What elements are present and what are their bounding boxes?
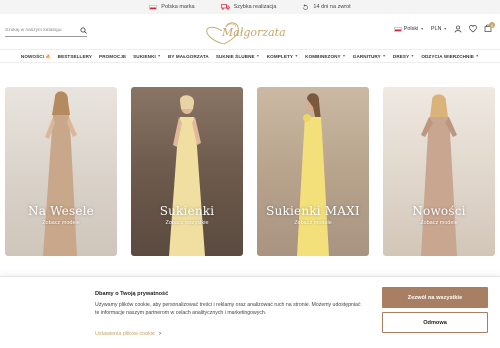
category-grid: Na Wesele Zobacz modele Sukienki Zobacz … xyxy=(5,87,495,256)
category-subtitle: Zobacz wszystkie xyxy=(165,220,209,226)
nav-item-odziez-wierzchnia[interactable]: ODZYCIA WIERZCHNIE ▼ xyxy=(421,54,479,59)
nav-label: DRESY xyxy=(392,53,410,59)
search-bar xyxy=(5,25,87,37)
cookie-settings-label: Ustawienia plików cookie xyxy=(95,331,155,337)
cart-button[interactable]: 0 xyxy=(484,22,495,34)
nav-label: SUKNIE ŚLUBNE xyxy=(215,53,255,59)
nav-label: BY MAŁGORZATA xyxy=(167,53,209,59)
cookie-description: Używamy plików cookie, aby personalizowa… xyxy=(95,302,361,316)
nav-item-suknie-slubne[interactable]: SUKNIE ŚLUBNE ▼ xyxy=(216,54,260,59)
chevron-down-icon: ▼ xyxy=(294,54,299,58)
cookie-consent-banner: Dbamy o Twoją prywatność Używamy plików … xyxy=(0,276,500,348)
chevron-down-icon: ▼ xyxy=(157,54,161,58)
category-title: Nowości xyxy=(412,204,466,218)
nav-item-dresy[interactable]: DRESY ▼ xyxy=(393,54,414,59)
category-card-sukienki[interactable]: Sukienki Zobacz wszystkie xyxy=(131,87,243,256)
chevron-down-icon: ▼ xyxy=(443,27,447,31)
return-icon xyxy=(303,3,309,10)
category-subtitle: Zobacz modele xyxy=(42,220,80,226)
category-card-na-wesele[interactable]: Na Wesele Zobacz modele xyxy=(5,87,117,256)
nav-label: GARNITURY xyxy=(352,53,381,59)
search-input[interactable] xyxy=(5,28,73,33)
chevron-down-icon: ▼ xyxy=(342,54,346,58)
topbar-label: Polska marka xyxy=(161,4,195,10)
language-label: Polski xyxy=(403,26,419,32)
site-header: Małgorzata Polski ▼ PLN ▼ 0 xyxy=(0,14,500,48)
chevron-down-icon: ▼ xyxy=(420,27,424,31)
nav-item-nowosci[interactable]: NOWOŚCI 🔥 xyxy=(21,54,51,59)
nav-item-bestsellery[interactable]: BESTSELLERY xyxy=(58,54,92,59)
category-title: Sukienki MAXI xyxy=(266,204,360,218)
topbar-item-returns: 14 dni na zwrot xyxy=(302,3,351,11)
category-subtitle: Zobacz modele xyxy=(420,220,458,226)
category-title: Sukienki xyxy=(159,204,215,218)
chevron-down-icon: ▼ xyxy=(382,54,386,58)
topbar-label: Szybka realizacja xyxy=(233,4,277,10)
topbar-item-fast-shipping: Szybka realizacja xyxy=(220,4,277,10)
model-silhouette-image xyxy=(297,93,329,256)
flag-pl-icon xyxy=(149,4,158,10)
fire-icon: 🔥 xyxy=(45,53,51,59)
category-subtitle: Zobacz modele xyxy=(294,220,332,226)
cookie-title: Dbamy o Twoją prywatność xyxy=(95,291,169,297)
truck-icon xyxy=(220,4,230,10)
chevron-right-icon: › xyxy=(158,331,161,337)
currency-label: PLN xyxy=(430,26,442,32)
nav-label: ODZYCIA WIERZCHNIE xyxy=(421,53,474,59)
language-selector[interactable]: Polski ▼ xyxy=(393,26,424,32)
nav-item-komplety[interactable]: KOMPLETY ▼ xyxy=(267,54,298,59)
site-logo[interactable]: Małgorzata xyxy=(200,17,300,45)
nav-item-promocje[interactable]: PROMOCJE xyxy=(99,54,126,59)
user-account-icon[interactable] xyxy=(454,25,462,33)
chevron-down-icon: ▼ xyxy=(256,54,260,58)
nav-label: NOWOŚCI xyxy=(20,53,45,59)
flag-pl-icon xyxy=(393,26,402,32)
topbar-item-polish-brand: Polska marka xyxy=(149,4,195,10)
nav-label: SUKIENKI xyxy=(133,53,156,59)
nav-label: KOMPLETY xyxy=(266,53,294,59)
topbar-label: 14 dni na zwrot xyxy=(313,4,351,10)
model-silhouette-image xyxy=(169,95,205,256)
model-silhouette-image xyxy=(43,91,77,256)
nav-label: BESTSELLERY xyxy=(57,53,93,59)
currency-selector[interactable]: PLN ▼ xyxy=(431,26,447,32)
category-title: Na Wesele xyxy=(28,204,94,218)
nav-item-by-malgorzata[interactable]: BY MAŁGORZATA xyxy=(168,54,209,59)
nav-item-sukienki[interactable]: SUKIENKI ▼ xyxy=(133,54,161,59)
header-actions: Polski ▼ PLN ▼ 0 xyxy=(393,22,495,34)
cart-count-badge: 0 xyxy=(489,22,495,28)
nav-label: PROMOCJE xyxy=(99,53,127,59)
reject-cookies-button[interactable]: Odmowa xyxy=(382,312,488,333)
chevron-down-icon: ▼ xyxy=(475,54,480,58)
cookie-settings-link[interactable]: Ustawienia plików cookie › xyxy=(95,331,161,337)
nav-label: KOMBINEZONY xyxy=(305,53,341,59)
top-info-bar: Polska marka Szybka realizacja 14 dni na… xyxy=(0,0,500,14)
chevron-down-icon: ▼ xyxy=(410,54,415,58)
search-icon[interactable] xyxy=(80,27,87,34)
category-card-sukienki-maxi[interactable]: Sukienki MAXI Zobacz modele xyxy=(257,87,369,256)
logo-text: Małgorzata xyxy=(222,26,286,39)
main-navigation: NOWOŚCI 🔥 BESTSELLERY PROMOCJE SUKIENKI ▼ … xyxy=(0,49,500,63)
nav-item-kombinezony[interactable]: KOMBINEZONY ▼ xyxy=(305,54,346,59)
accept-all-cookies-button[interactable]: Zezwól na wszystkie xyxy=(382,287,488,308)
wishlist-heart-icon[interactable] xyxy=(469,25,477,33)
category-card-nowosci[interactable]: Nowości Zobacz modele xyxy=(383,87,495,256)
model-silhouette-image xyxy=(421,94,457,256)
nav-item-garnitury[interactable]: GARNITURY ▼ xyxy=(353,54,386,59)
